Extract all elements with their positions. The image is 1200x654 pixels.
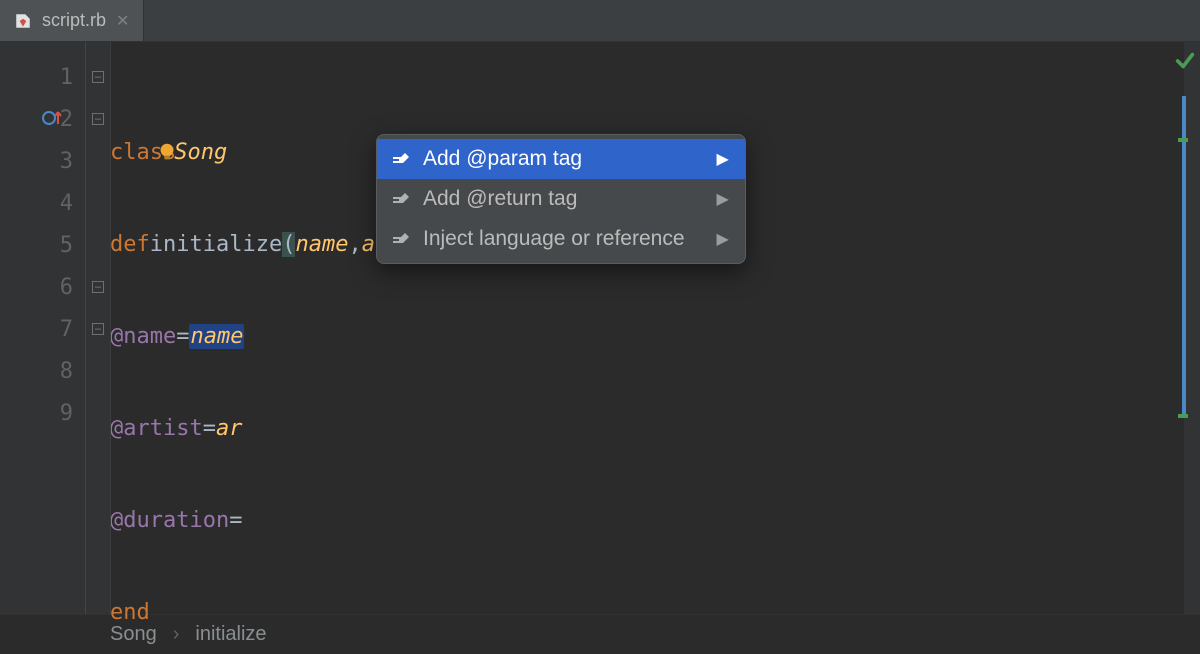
line-number: 6 <box>60 275 73 300</box>
pencil-icon <box>391 229 411 249</box>
gutter-line[interactable]: 2 <box>0 98 85 140</box>
code-line: end <box>110 591 1200 633</box>
marker-strip[interactable] <box>1184 42 1200 614</box>
code-area[interactable]: class Song def initialize(name, artist, … <box>110 42 1200 614</box>
popup-item-label: Add @return tag <box>423 187 577 211</box>
tab-script-rb[interactable]: script.rb ✕ <box>0 0 144 41</box>
analysis-ok-icon[interactable] <box>1174 50 1196 72</box>
chevron-right-icon: ▶ <box>697 149 729 169</box>
gutter-line[interactable]: 5 <box>0 224 85 266</box>
close-icon[interactable]: ✕ <box>116 11 129 31</box>
gutter-line[interactable]: 4 <box>0 182 85 224</box>
line-number: 5 <box>60 233 73 258</box>
line-number: 7 <box>60 317 73 342</box>
marker-tick[interactable] <box>1178 138 1188 142</box>
tab-bar: script.rb ✕ <box>0 0 1200 42</box>
chevron-right-icon: ▶ <box>697 189 729 209</box>
line-number: 8 <box>60 359 73 384</box>
code-line: @duration = <box>110 499 1200 541</box>
scroll-overview-stripe <box>1182 96 1186 416</box>
fold-end[interactable] <box>86 308 110 350</box>
gutter-line[interactable]: 9 <box>0 392 85 434</box>
gutter-line[interactable]: 8 <box>0 350 85 392</box>
ruby-file-icon <box>14 12 32 30</box>
fold-gutter <box>86 42 110 614</box>
popup-item-add-param[interactable]: Add @param tag ▶ <box>377 139 745 179</box>
tab-label: script.rb <box>42 10 106 31</box>
gutter-line[interactable]: 1 <box>0 56 85 98</box>
gutter-line[interactable]: 6 <box>0 266 85 308</box>
gutter-line[interactable]: 3 <box>0 140 85 182</box>
pencil-icon <box>391 189 411 209</box>
gutter-line[interactable]: 7 <box>0 308 85 350</box>
popup-item-add-return[interactable]: Add @return tag ▶ <box>377 179 745 219</box>
chevron-right-icon: ▶ <box>697 229 729 249</box>
line-number: 3 <box>60 149 73 174</box>
line-number: 1 <box>60 65 73 90</box>
line-number: 4 <box>60 191 73 216</box>
popup-item-label: Add @param tag <box>423 147 582 171</box>
intention-popup: Add @param tag ▶ Add @return tag ▶ Injec… <box>376 134 746 264</box>
fold-toggle[interactable] <box>86 98 110 140</box>
popup-item-label: Inject language or reference <box>423 227 685 251</box>
fold-end[interactable] <box>86 266 110 308</box>
gutter: 1 2 3 4 5 6 7 8 9 <box>0 42 86 614</box>
editor-area: 1 2 3 4 5 6 7 8 9 class Song <box>0 42 1200 614</box>
pencil-icon <box>391 149 411 169</box>
marker-tick[interactable] <box>1178 414 1188 418</box>
code-line: @artist = ar <box>110 407 1200 449</box>
code-line: @name = name <box>110 315 1200 357</box>
override-up-icon[interactable] <box>40 106 64 130</box>
line-number: 9 <box>60 401 73 426</box>
popup-item-inject[interactable]: Inject language or reference ▶ <box>377 219 745 259</box>
fold-toggle[interactable] <box>86 56 110 98</box>
